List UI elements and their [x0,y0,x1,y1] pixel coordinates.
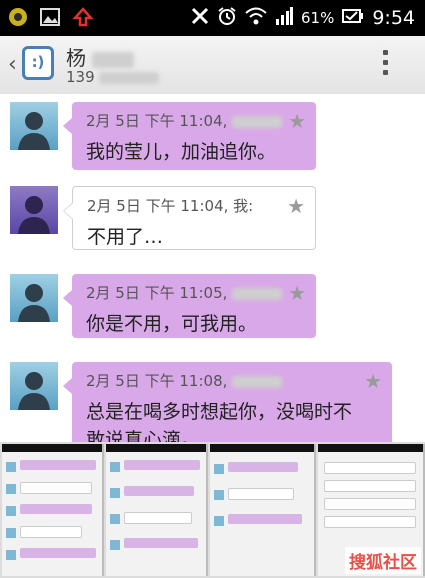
message-meta: 2月 5日 下午 11:04, [86,110,304,132]
message-timestamp: 2月 5日 下午 11:08, [86,372,228,390]
battery-icon [342,8,364,28]
message-bubble[interactable]: 2月 5日 下午 11:04, 我: 不用了… ★ [63,186,316,250]
watermark-logo: 搜狐社区 [345,547,421,574]
redacted-sender-blur [232,115,283,128]
screenshot-thumbnail [2,444,104,576]
message-list[interactable]: 2月 5日 下午 11:04, 我的莹儿，加油追你。 ★ 2月 5日 下午 11… [0,94,425,442]
conversation-header: ‹ :) 杨 139 [0,36,425,95]
contact-avatar-icon[interactable] [10,362,58,410]
star-icon[interactable]: ★ [288,109,306,133]
clock-time: 9:54 [372,7,415,29]
image-icon [40,8,60,30]
battery-percent: 61% [300,9,335,27]
screenshot-thumbnail-strip: 搜狐社区 [0,442,425,578]
message-meta: 2月 5日 下午 11:04, 我: [87,195,303,217]
back-chevron-icon[interactable]: ‹ [8,52,17,77]
bubble-tail [63,378,72,394]
alarm-clock-icon [217,6,237,30]
status-bar: 61% 9:54 [0,0,425,36]
message-timestamp: 2月 5日 下午 11:04, [86,112,228,130]
message-bubble[interactable]: 2月 5日 下午 11:04, 我的莹儿，加油追你。 ★ [63,102,316,170]
wifi-icon [245,7,267,29]
message-bubble[interactable]: 2月 5日 下午 11:08, 总是在喝多时想起你，没喝时不 敢说真心滴。 ★ [63,362,392,442]
star-icon[interactable]: ★ [287,194,305,218]
contact-avatar-icon[interactable] [10,102,58,150]
sms-app-icon[interactable]: :) [22,46,54,80]
message-meta: 2月 5日 下午 11:08, [86,370,380,392]
bubble-tail [64,203,73,219]
contact-number-text: 139 [66,68,95,86]
message-timestamp: 2月 5日 下午 11:05, [86,284,228,302]
bubble-tail [63,118,72,134]
redacted-sender-blur [232,287,283,300]
redacted-number-blur [99,71,160,84]
star-icon[interactable]: ★ [288,281,306,305]
message-bubble[interactable]: 2月 5日 下午 11:05, 你是不用，可我用。 ★ [63,274,316,338]
message-body: 我的莹儿，加油追你。 [86,141,277,163]
message-timestamp: 2月 5日 下午 11:04, 我: [87,197,254,215]
message-body-line: 总是在喝多时想起你，没喝时不 [86,401,353,423]
my-avatar-icon[interactable] [10,186,58,234]
star-icon[interactable]: ★ [364,369,382,393]
message-meta: 2月 5日 下午 11:05, [86,282,304,304]
upload-icon [72,7,94,31]
screenshot-thumbnail [210,444,316,576]
message-body: 总是在喝多时想起你，没喝时不 敢说真心滴。 [86,398,380,442]
contact-name: 杨 [66,42,135,71]
message-body: 你是不用，可我用。 [86,313,258,335]
contact-avatar-icon[interactable] [10,274,58,322]
message-body: 不用了… [87,226,164,248]
redacted-name-blur [92,51,135,68]
contact-name-text: 杨 [66,46,86,70]
overflow-menu-icon[interactable] [383,50,389,80]
bubble-tail [63,290,72,306]
settings-icon [8,7,28,31]
contact-number: 139 [66,68,160,86]
signal-icon [275,7,293,29]
screenshot-thumbnail [106,444,208,576]
message-body-line: 敢说真心滴。 [86,429,201,442]
mute-icon [191,7,209,29]
redacted-sender-blur [232,375,283,388]
